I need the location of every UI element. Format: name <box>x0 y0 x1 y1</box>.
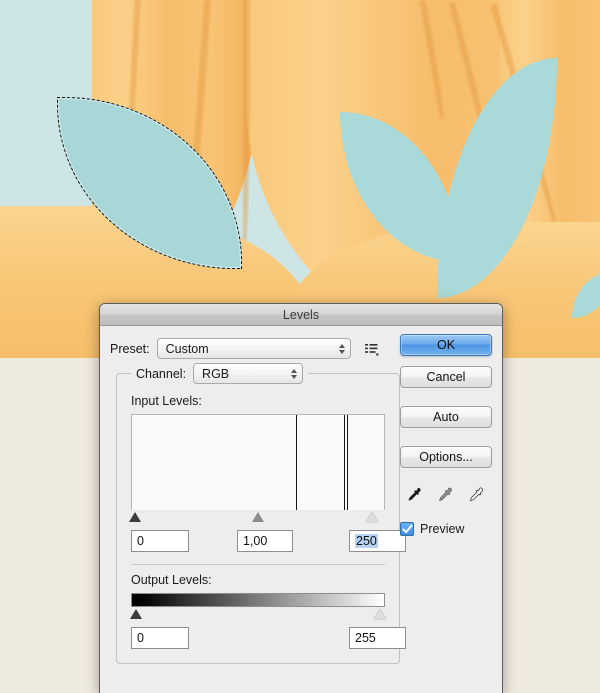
output-white-field[interactable]: 255 <box>349 627 406 649</box>
preset-value: Custom <box>165 341 209 356</box>
set-gray-point-eyedropper[interactable] <box>435 486 453 504</box>
cancel-button[interactable]: Cancel <box>400 366 492 388</box>
preview-checkbox[interactable] <box>400 522 414 536</box>
output-levels-slider[interactable] <box>130 607 386 623</box>
input-shadow-value: 0 <box>137 534 144 548</box>
dialog-titlebar[interactable]: Levels <box>100 304 502 326</box>
output-white-value: 255 <box>355 631 376 645</box>
input-levels-slider[interactable] <box>128 510 385 526</box>
channel-row: Channel: RGB <box>131 363 309 384</box>
preset-options-menu-icon[interactable] <box>364 341 380 357</box>
chevron-updown-icon <box>291 368 298 379</box>
output-levels-fields: 0 255 <box>131 627 406 651</box>
set-white-point-eyedropper[interactable] <box>466 486 484 504</box>
checkmark-icon <box>402 524 412 533</box>
levels-divider <box>131 564 385 565</box>
eyedropper-row <box>400 486 492 504</box>
histogram[interactable] <box>131 414 385 510</box>
preview-row[interactable]: Preview <box>400 522 492 536</box>
channel-label: Channel: <box>136 366 187 381</box>
chevron-updown-icon <box>338 343 345 354</box>
histogram-spike <box>347 415 349 510</box>
input-highlight-field[interactable]: 250 <box>349 530 406 552</box>
dialog-title: Levels <box>282 307 320 322</box>
levels-dialog[interactable]: Levels Preset: Custom Channel: RGB Input… <box>99 303 503 693</box>
dialog-button-column: OK Cancel Auto Options... Preview <box>400 334 492 536</box>
input-midtone-slider-handle[interactable] <box>252 512 264 522</box>
preset-label: Preset: <box>110 341 150 356</box>
input-shadow-slider-handle[interactable] <box>128 512 141 522</box>
input-highlight-slider-handle[interactable] <box>366 512 379 522</box>
channel-dropdown[interactable]: RGB <box>193 363 304 384</box>
output-black-value: 0 <box>137 631 144 645</box>
input-shadow-field[interactable]: 0 <box>131 530 189 552</box>
ok-button[interactable]: OK <box>400 334 492 356</box>
histogram-spike <box>295 415 297 510</box>
output-black-slider-handle[interactable] <box>130 609 143 619</box>
preset-dropdown[interactable]: Custom <box>156 338 351 359</box>
input-highlight-value: 250 <box>355 534 378 548</box>
input-levels-fields: 0 1,00 250 <box>131 530 406 554</box>
input-midtone-value: 1,00 <box>243 534 268 548</box>
channel-group-box: Channel: RGB Input Levels: 0 1,00 250 Ou… <box>116 363 406 664</box>
preview-label: Preview <box>420 522 465 536</box>
output-levels-gradient-bar[interactable] <box>131 593 385 607</box>
output-white-slider-handle[interactable] <box>373 609 386 619</box>
channel-value: RGB <box>202 366 230 381</box>
options-button[interactable]: Options... <box>400 446 492 468</box>
input-levels-label: Input Levels: <box>131 394 202 408</box>
output-black-field[interactable]: 0 <box>131 627 189 649</box>
auto-button[interactable]: Auto <box>400 406 492 428</box>
histogram-spike <box>343 415 345 510</box>
output-levels-label: Output Levels: <box>131 573 212 587</box>
set-black-point-eyedropper[interactable] <box>404 486 422 504</box>
input-midtone-field[interactable]: 1,00 <box>237 530 293 552</box>
